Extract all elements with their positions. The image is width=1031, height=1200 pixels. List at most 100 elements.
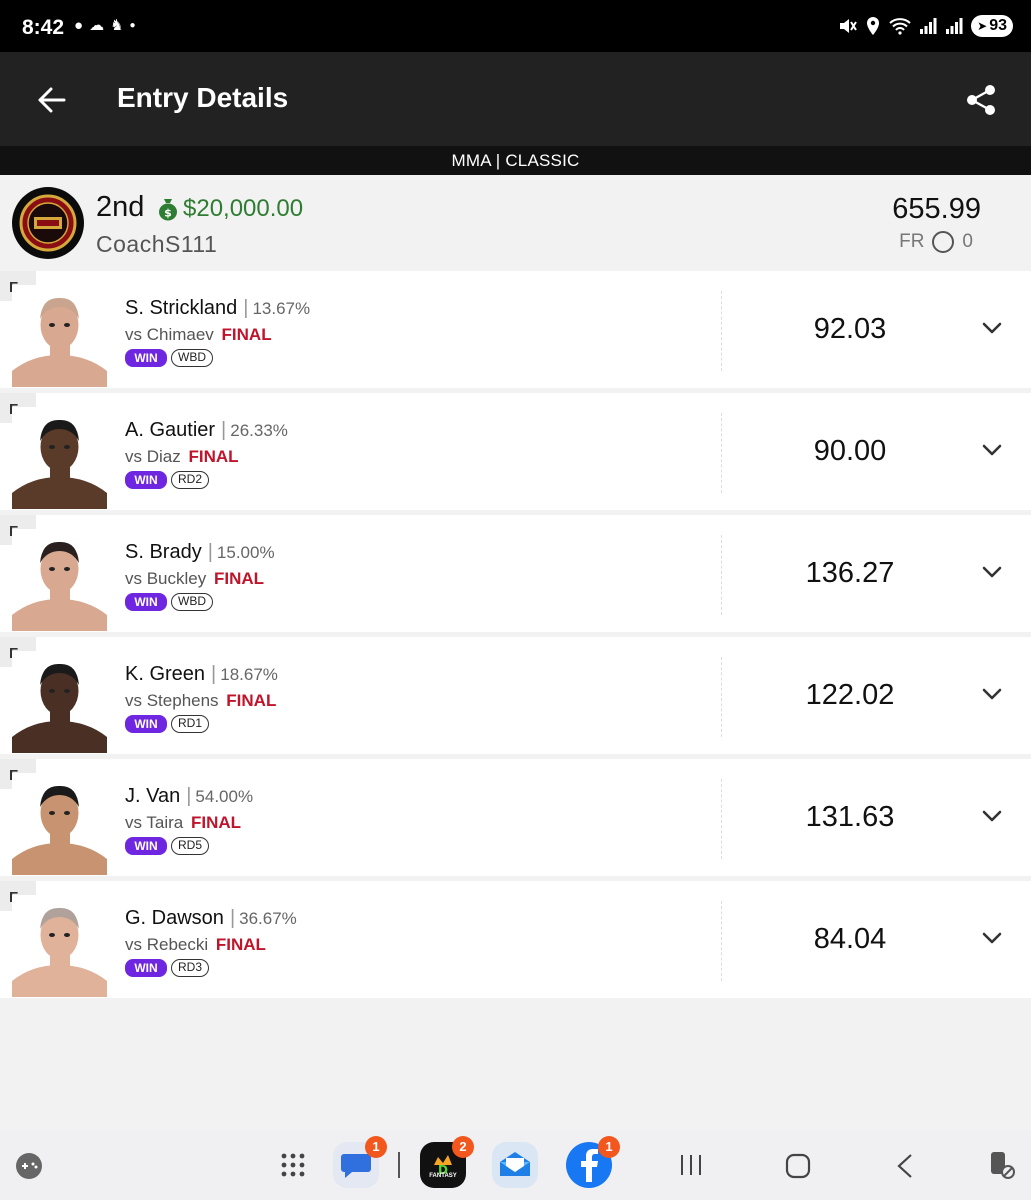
method-badge: RD1 — [171, 715, 210, 733]
entry-rank: 2nd — [96, 191, 145, 223]
fighter-points: 122.02 — [805, 679, 895, 711]
system-icons: ➤ 93 — [837, 15, 1013, 37]
fighter-headshot-icon — [12, 285, 107, 387]
fighter-points: 84.04 — [813, 923, 887, 955]
fighter-row[interactable]: F J. Van|54.00% vs Taira FINAL WIN RD5 1… — [0, 759, 1031, 876]
divider — [398, 1152, 400, 1178]
wifi-icon — [889, 18, 911, 35]
opponent: vs Taira — [125, 813, 184, 832]
gamepad-icon — [16, 1153, 42, 1179]
fighter-row[interactable]: F A. Gautier|26.33% vs Diaz FINAL WIN RD… — [0, 393, 1031, 510]
fr-value: 0 — [962, 231, 973, 252]
messages-app[interactable]: 1 — [333, 1136, 387, 1188]
more-notifications-icon: ● — [129, 20, 136, 31]
fighter-name[interactable]: S. Brady — [125, 541, 202, 563]
facebook-app[interactable]: 1 — [566, 1136, 620, 1188]
cloud-notification-icon: ☁ — [89, 17, 105, 34]
fighter-name[interactable]: G. Dawson — [125, 907, 224, 929]
nav-back-button[interactable] — [892, 1152, 918, 1180]
game-status: FINAL — [215, 935, 266, 954]
game-status: FINAL — [191, 813, 242, 832]
email-app[interactable] — [492, 1142, 538, 1188]
fighter-photo — [12, 285, 107, 387]
fighter-photo — [12, 651, 107, 753]
charging-icon: ➤ — [977, 19, 988, 33]
method-badge: RD3 — [171, 959, 210, 977]
fighter-points: 131.63 — [805, 801, 895, 833]
opponent: vs Stephens — [125, 691, 219, 710]
status-time: 8:42 — [22, 16, 65, 39]
matchup-line: vs Rebecki FINAL — [125, 935, 266, 955]
nav-back-icon — [897, 1154, 912, 1178]
method-badge: WBD — [171, 593, 213, 611]
share-icon — [967, 85, 995, 115]
fighter-name[interactable]: S. Strickland — [125, 297, 237, 319]
fighter-headshot-icon — [12, 773, 107, 875]
home-icon — [785, 1153, 811, 1179]
expand-button[interactable] — [978, 807, 1006, 827]
signal-icon-2 — [946, 18, 963, 34]
fighter-name[interactable]: A. Gautier — [125, 419, 215, 441]
fighter-points: 136.27 — [805, 557, 895, 589]
username: CoachS111 — [96, 231, 218, 257]
expand-button[interactable] — [978, 563, 1006, 583]
separator: | — [186, 785, 192, 807]
expand-button[interactable] — [978, 319, 1006, 339]
keyboard-mode-button[interactable] — [986, 1150, 1016, 1180]
entry-summary: 2nd $ $20,000.00 CoachS111 655.99 FR 0 — [0, 175, 1031, 271]
result-badges: WIN WBD — [125, 349, 213, 367]
fighter-photo — [12, 407, 107, 509]
share-button[interactable] — [959, 76, 1003, 124]
column-divider — [721, 291, 722, 371]
matchup-line: vs Taira FINAL — [125, 813, 241, 833]
draftkings-logo-icon: D — [434, 1155, 452, 1175]
column-divider — [721, 413, 722, 493]
svg-text:$: $ — [164, 207, 172, 220]
fighter-headshot-icon — [12, 529, 107, 631]
fantasy-badge: 2 — [452, 1136, 474, 1158]
result-badges: WIN RD1 — [125, 715, 210, 733]
expand-button[interactable] — [978, 685, 1006, 705]
fantasy-app[interactable]: D FANTASY 2 — [420, 1136, 474, 1188]
home-button[interactable] — [784, 1152, 812, 1180]
prize-amount: $ $20,000.00 — [157, 195, 303, 223]
apps-grid-icon — [281, 1153, 305, 1177]
fighter-name[interactable]: K. Green — [125, 663, 205, 685]
phone-rotate-icon — [991, 1152, 1015, 1179]
fighter-photo — [12, 773, 107, 875]
fighter-row[interactable]: F S. Brady|15.00% vs Buckley FINAL WIN W… — [0, 515, 1031, 632]
fighter-name[interactable]: J. Van — [125, 785, 180, 807]
opponent: vs Rebecki — [125, 935, 209, 954]
result-badges: WIN RD2 — [125, 471, 210, 489]
recents-button[interactable] — [676, 1152, 706, 1178]
back-button[interactable] — [28, 78, 76, 122]
fighter-points: 90.00 — [813, 435, 887, 467]
matchup-line: vs Buckley FINAL — [125, 569, 264, 589]
expand-button[interactable] — [978, 441, 1006, 461]
page-title: Entry Details — [117, 82, 289, 113]
separator: | — [229, 907, 236, 929]
fighter-row[interactable]: F S. Strickland|13.67% vs Chimaev FINAL … — [0, 271, 1031, 388]
recents-icon — [681, 1155, 701, 1175]
win-badge: WIN — [125, 959, 167, 977]
ownership-percent: 54.00% — [195, 787, 254, 806]
signal-icon — [920, 18, 937, 34]
chevron-down-icon — [982, 566, 1002, 578]
app-drawer-button[interactable] — [278, 1150, 308, 1180]
chevron-down-icon — [982, 444, 1002, 456]
ownership-percent: 13.67% — [252, 299, 311, 318]
chevron-down-icon — [982, 810, 1002, 822]
expand-button[interactable] — [978, 929, 1006, 949]
fighter-row[interactable]: F K. Green|18.67% vs Stephens FINAL WIN … — [0, 637, 1031, 754]
win-badge: WIN — [125, 471, 167, 489]
user-avatar[interactable] — [12, 187, 84, 259]
email-app-icon — [492, 1142, 538, 1188]
method-badge: RD5 — [171, 837, 210, 855]
fighter-row[interactable]: F G. Dawson|36.67% vs Rebecki FINAL WIN … — [0, 881, 1031, 998]
fighter-photo — [12, 895, 107, 997]
fighter-name-line: S. Strickland | 13.67% — [125, 297, 310, 320]
game-status: FINAL — [226, 691, 277, 710]
win-badge: WIN — [125, 593, 167, 611]
ownership-percent: 15.00% — [216, 543, 275, 562]
game-launcher-button[interactable] — [14, 1151, 44, 1181]
